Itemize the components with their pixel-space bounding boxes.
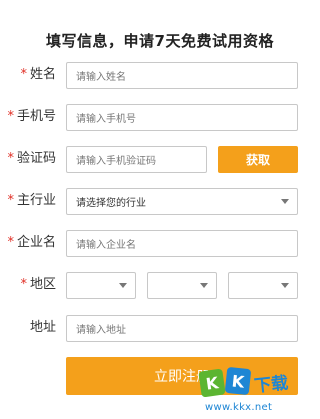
required-mark: * [7,235,14,250]
required-mark: * [7,193,14,208]
phone-label: * 手机号 [7,109,56,124]
name-label: * 姓名 [20,67,56,82]
district-select[interactable] [228,272,298,299]
chevron-down-icon [200,283,208,288]
watermark-logo-k-blue: K [224,366,252,396]
watermark-logo-text: 下载 [253,373,290,397]
name-input[interactable]: 请输入姓名 [66,62,298,89]
watermark-logo-k-green: K [198,368,226,398]
chevron-down-icon [281,283,289,288]
chevron-down-icon [281,199,289,204]
required-mark: * [20,67,27,82]
industry-label: * 主行业 [7,193,56,208]
city-select[interactable] [147,272,217,299]
province-select[interactable] [66,272,136,299]
address-label: 地址 [29,320,56,335]
chevron-down-icon [119,283,127,288]
code-label: * 验证码 [7,151,56,166]
required-mark: * [7,109,14,124]
industry-select-value: 请选择您的行业 [76,198,146,209]
form-title: 填写信息，申请7天免费试用资格 [46,32,274,50]
region-label: * 地区 [20,277,56,292]
phone-input[interactable]: 请输入手机号 [66,104,298,131]
company-input[interactable]: 请输入企业名 [66,230,298,257]
industry-select[interactable]: 请选择您的行业 [66,188,298,215]
verification-code-input[interactable]: 请输入手机验证码 [66,146,207,173]
address-input[interactable]: 请输入地址 [66,315,298,342]
watermark-url: www.kkx.net [205,402,273,413]
company-label: * 企业名 [7,235,56,250]
get-code-button[interactable]: 获取 [218,146,298,173]
required-mark: * [7,151,14,166]
required-mark: * [20,277,27,292]
